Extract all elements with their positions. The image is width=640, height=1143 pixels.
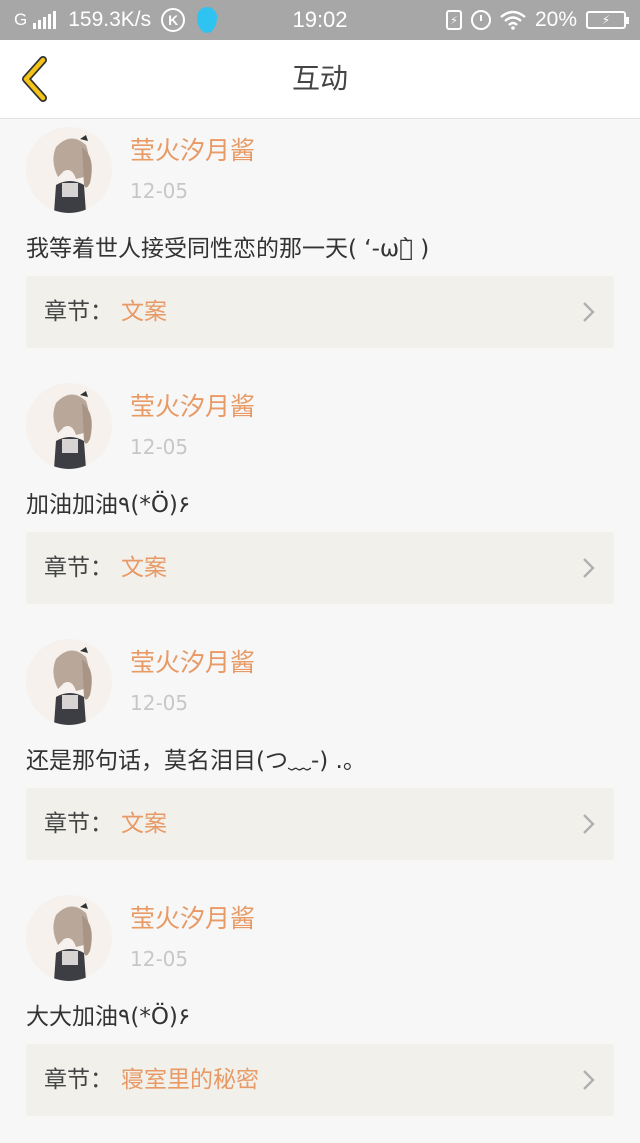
- battery-charging-icon: ⚡: [586, 11, 629, 29]
- comment-text: 还是那句话，莫名泪目(つ﹏-) .。: [26, 748, 366, 774]
- chapter-label: 章节：: [44, 811, 113, 837]
- chapter-label: 章节：: [44, 1067, 113, 1093]
- alarm-icon: [470, 10, 491, 30]
- comment-list: 莹火汐月酱 12-05 我等着世人接受同性恋的那一天( ‘-ωก̀ ) 章节： …: [0, 119, 640, 1143]
- chapter-name: 文案: [121, 811, 167, 837]
- chapter-link[interactable]: 章节： 文案: [26, 788, 614, 860]
- comment-item: 莹火汐月酱 12-05 大大加油٩(*Ö)۶ 章节： 寝室里的秘密: [0, 887, 640, 1143]
- page-title: 互动: [291, 62, 348, 95]
- chapter-name: 寝室里的秘密: [121, 1067, 259, 1093]
- wifi-icon: [500, 10, 526, 30]
- comment-text: 加油加油٩(*Ö)۶: [26, 492, 191, 518]
- avatar[interactable]: [26, 639, 112, 725]
- nav-bar: 互动: [0, 40, 640, 119]
- status-bar: G 159.3K/s K 19:02 ⚡ 20% ⚡: [0, 0, 640, 40]
- comment-item: 莹火汐月酱 12-05 还是那句话，莫名泪目(つ﹏-) .。 章节： 文案: [0, 631, 640, 887]
- comment-date: 12-05: [130, 179, 189, 203]
- comment-date: 12-05: [130, 691, 189, 715]
- avatar-image: [26, 895, 112, 981]
- username[interactable]: 莹火汐月酱: [130, 899, 255, 935]
- battery-percent: 20%: [534, 8, 577, 31]
- chapter-label: 章节：: [44, 299, 113, 325]
- comment-date: 12-05: [130, 947, 189, 971]
- avatar-image: [26, 383, 112, 469]
- avatar[interactable]: [26, 127, 112, 213]
- sim-flash-icon: ⚡: [445, 10, 462, 30]
- chapter-link[interactable]: 章节： 文案: [26, 276, 614, 348]
- avatar[interactable]: [26, 383, 112, 469]
- chapter-name: 文案: [121, 299, 167, 325]
- chapter-link[interactable]: 章节： 文案: [26, 532, 614, 604]
- chevron-right-icon: [583, 814, 595, 834]
- chapter-link[interactable]: 章节： 寝室里的秘密: [26, 1044, 614, 1116]
- chapter-name: 文案: [121, 555, 167, 581]
- avatar-image: [26, 127, 112, 213]
- chevron-right-icon: [583, 1070, 595, 1090]
- avatar-image: [26, 639, 112, 725]
- comment-item: 莹火汐月酱 12-05 我等着世人接受同性恋的那一天( ‘-ωก̀ ) 章节： …: [0, 119, 640, 375]
- chevron-right-icon: [583, 558, 595, 578]
- comment-item: 莹火汐月酱 12-05 加油加油٩(*Ö)۶ 章节： 文案: [0, 375, 640, 631]
- comment-text: 我等着世人接受同性恋的那一天( ‘-ωก̀ ): [26, 236, 430, 262]
- username[interactable]: 莹火汐月酱: [130, 387, 255, 423]
- comment-text: 大大加油٩(*Ö)۶: [26, 1004, 191, 1030]
- username[interactable]: 莹火汐月酱: [130, 643, 255, 679]
- comment-date: 12-05: [130, 435, 189, 459]
- chapter-label: 章节：: [44, 555, 113, 581]
- chevron-right-icon: [583, 302, 595, 322]
- username[interactable]: 莹火汐月酱: [130, 131, 255, 167]
- avatar[interactable]: [26, 895, 112, 981]
